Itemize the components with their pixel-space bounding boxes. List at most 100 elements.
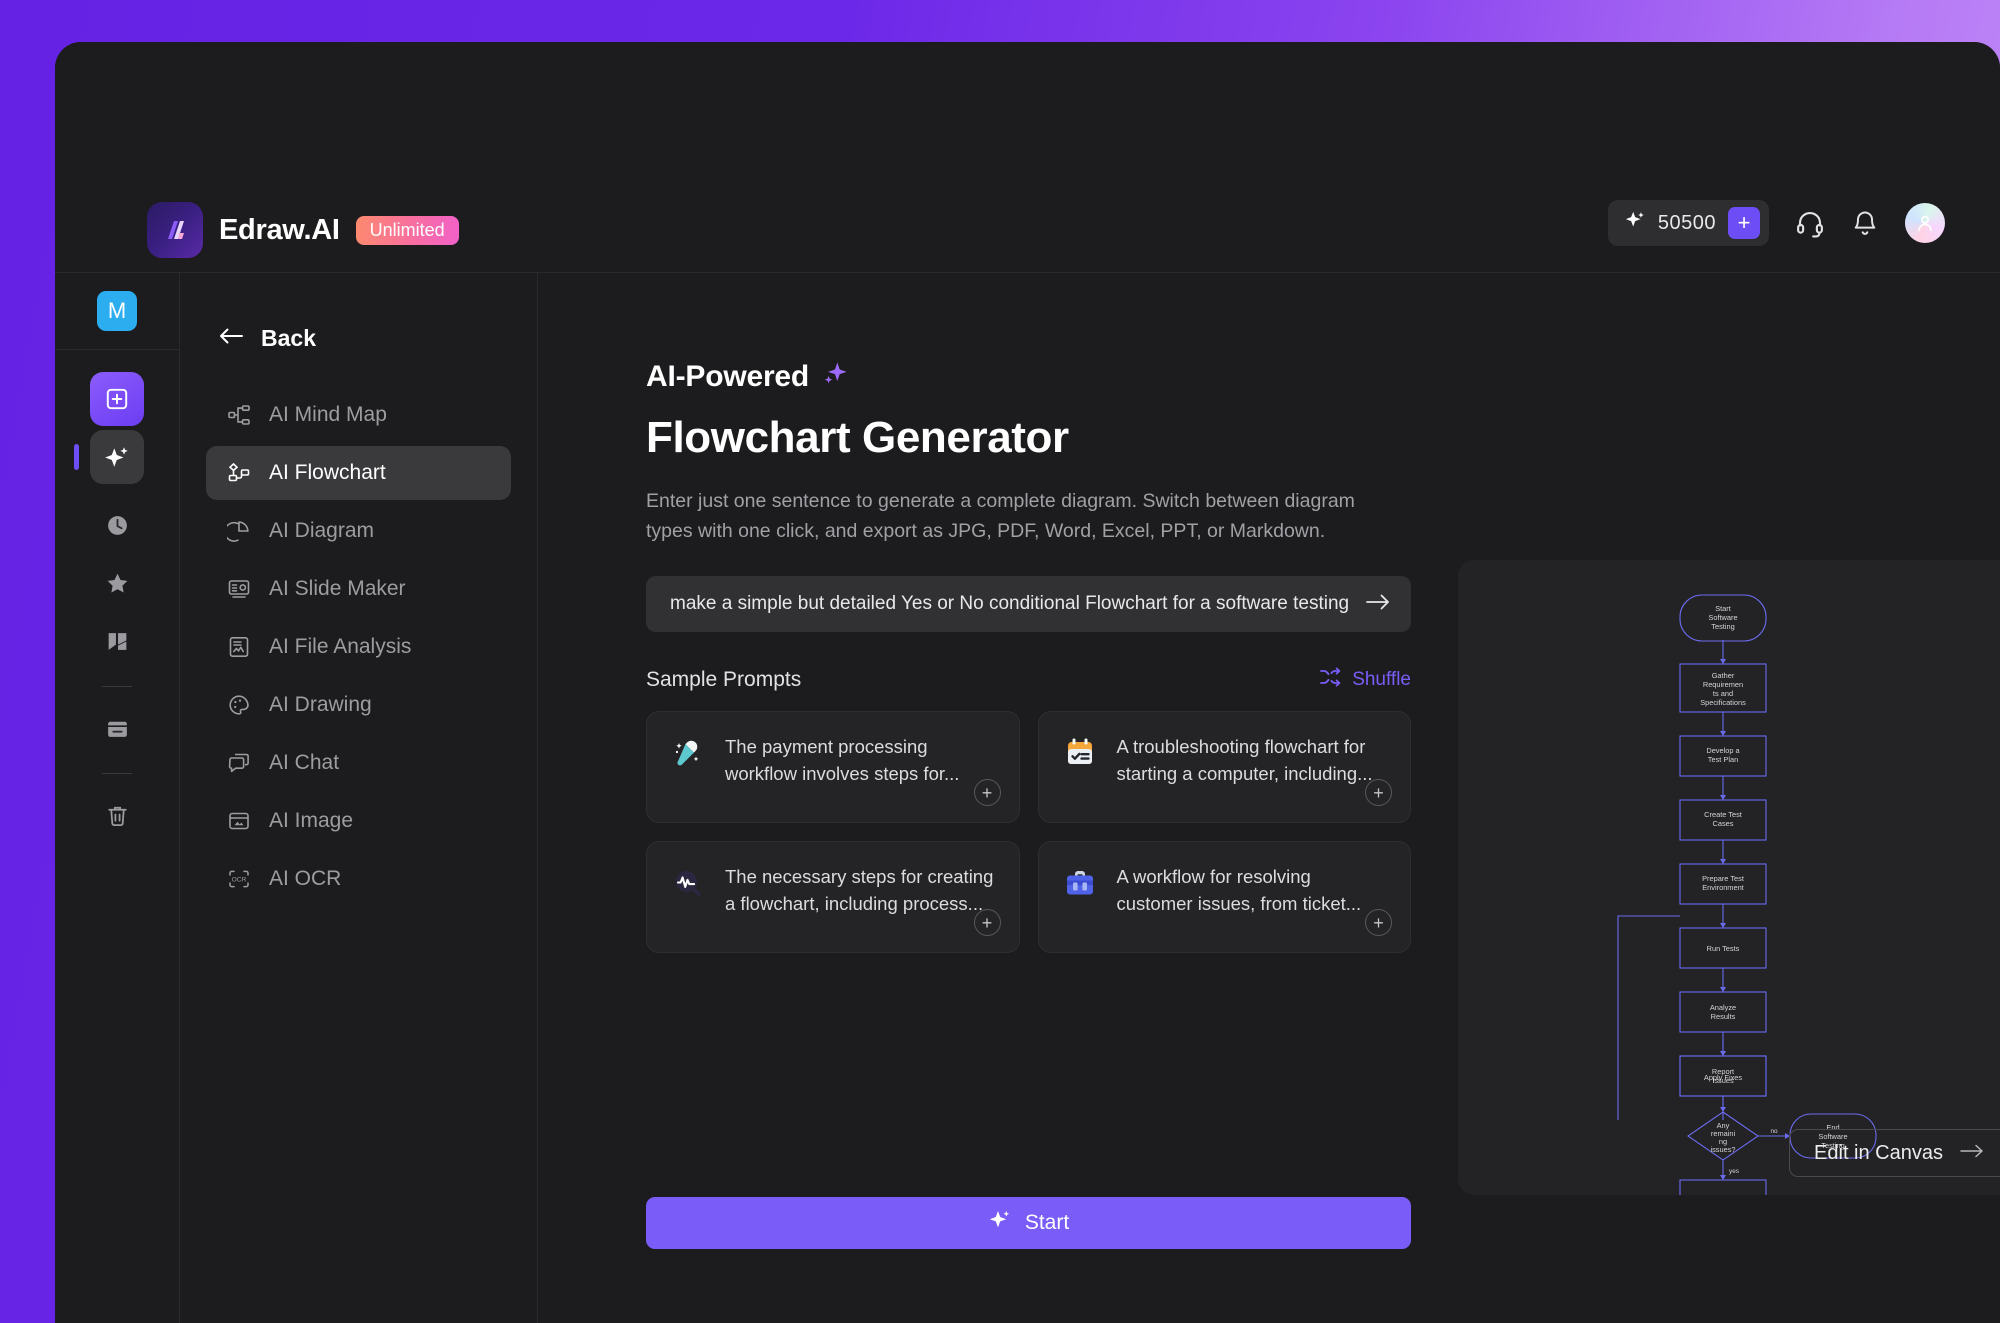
svg-text:Start: Start [1715,604,1731,613]
rail-item-favorites[interactable] [90,556,144,610]
sidebar-item-ai-file-analysis[interactable]: AI File Analysis [206,620,511,674]
page-eyebrow: AI-Powered [646,359,849,395]
flowchart-icon [226,460,252,486]
svg-text:Run Tests: Run Tests [1707,944,1740,953]
add-prompt-button[interactable]: + [973,779,1001,806]
top-bar [55,42,2000,184]
sample-prompt-text: The necessary steps for creating a flowc… [725,866,994,914]
rail-item-files[interactable] [90,701,144,755]
page-subtitle: Enter just one sentence to generate a co… [646,490,1355,543]
add-prompt-button[interactable]: + [973,909,1001,936]
add-prompt-button[interactable]: + [1365,909,1392,936]
eyebrow-label: AI-Powered [646,360,810,393]
sidebar-item-ai-image[interactable]: AI Image [206,794,511,848]
rail-item-recent[interactable] [90,498,144,552]
sample-prompt-card[interactable]: A troubleshooting flowchart for starting… [1037,711,1411,823]
sidebar-label: AI Chat [269,751,340,774]
templates-icon [100,624,134,658]
svg-text:Analyze: Analyze [1710,1003,1736,1012]
prompt-value[interactable]: make a simple but detailed Yes or No con… [670,593,1365,615]
bell-icon[interactable] [1851,209,1879,237]
svg-text:issues?: issues? [1710,1145,1735,1154]
secondary-nav: Back AI Mind Map AI Flowchart AI Diagram… [180,273,538,1323]
sample-prompt-card[interactable]: The payment processing workflow involves… [646,711,1020,823]
icon-rail: M [55,273,180,1323]
image-icon [226,808,252,834]
svg-text:Prepare Test: Prepare Test [1702,874,1744,883]
sidebar-label: AI Flowchart [269,461,386,484]
flow-node-verify-fixes[interactable] [1679,1179,1767,1195]
sidebar-item-ai-drawing[interactable]: AI Drawing [206,678,511,732]
sidebar-item-ai-slide-maker[interactable]: AI Slide Maker [206,562,511,616]
sidebar-label: AI File Analysis [269,635,412,658]
svg-text:ts and: ts and [1713,689,1733,698]
add-prompt-button[interactable]: + [1365,779,1392,806]
folder-icon [100,711,134,745]
edraw-logo-icon [147,202,203,258]
sparkle-icon [988,1208,1012,1238]
credits-badge[interactable]: 50500 + [1607,200,1769,246]
back-button[interactable]: Back [218,325,511,352]
svg-text:Cases: Cases [1713,819,1734,828]
sparkle-icon [821,359,849,395]
sidebar-label: AI Drawing [269,693,372,716]
clock-icon [100,508,134,542]
sidebar-label: AI Diagram [269,519,375,542]
sidebar-label: AI Image [269,809,354,832]
sidebar-label: AI Slide Maker [269,577,406,600]
back-label: Back [261,325,316,351]
briefcase-icon [1061,864,1099,902]
top-bar-actions: 50500 + [1607,200,1945,246]
sample-prompt-card[interactable]: A workflow for resolving customer issues… [1037,841,1411,953]
sidebar-item-ai-flowchart[interactable]: AI Flowchart [206,446,511,500]
shuffle-icon [1318,666,1342,694]
sidebar-item-ai-mind-map[interactable]: AI Mind Map [206,388,511,442]
rail-item-templates[interactable] [90,614,144,668]
svg-text:Gather: Gather [1712,671,1735,680]
svg-text:Develop a: Develop a [1706,746,1740,755]
start-label: Start [1024,1211,1070,1234]
sparkle-icon [1624,210,1646,237]
edit-in-canvas-button[interactable]: Edit in Canvas [1789,1129,2000,1177]
star-icon [100,566,134,600]
arrow-right-icon [1959,1142,1985,1165]
ocr-icon: OCR [226,866,252,892]
add-credits-button[interactable]: + [1728,207,1760,239]
prompt-input[interactable]: make a simple but detailed Yes or No con… [646,576,1411,632]
rail-divider [102,686,132,687]
sidebar-item-ai-chat[interactable]: AI Chat [206,736,511,790]
rail-item-trash[interactable] [90,788,144,842]
sidebar-item-ai-diagram[interactable]: AI Diagram [206,504,511,558]
analytics-search-icon [669,864,707,902]
file-analysis-icon [226,634,252,660]
rail-divider [102,773,132,774]
shuffle-button[interactable]: Shuffle [1318,666,1411,694]
svg-text:Specifications: Specifications [1700,698,1746,707]
svg-text:no: no [1770,1128,1778,1135]
checklist-calendar-icon [1061,734,1099,772]
brand-name: Edraw.AI [219,213,340,246]
shuffle-label: Shuffle [1352,669,1411,690]
sample-prompt-text: The payment processing workflow involves… [725,736,960,784]
arrow-right-icon[interactable] [1365,592,1391,617]
flowchart-preview[interactable]: StartSoftwareTesting GatherRequirements … [1458,560,2000,1120]
sidebar-item-ai-ocr[interactable]: OCR AI OCR [206,852,511,906]
new-icon [100,382,134,416]
svg-text:Apply Fixes: Apply Fixes [1704,1073,1743,1082]
start-button[interactable]: Start [646,1197,1411,1249]
ai-sparkle-icon [100,440,134,474]
body-area: M Back AI Mind Map AI Flowchart AI Diagr… [55,272,2000,1323]
sample-prompt-text: A workflow for resolving customer issues… [1116,866,1362,914]
headset-icon[interactable] [1795,208,1825,238]
mindmap-icon [226,402,252,428]
palette-icon [226,692,252,718]
svg-text:Software: Software [1708,613,1737,622]
rail-item-new[interactable] [90,372,144,426]
sample-prompt-card[interactable]: The necessary steps for creating a flowc… [646,841,1020,953]
workspace-logo[interactable]: M [97,291,137,331]
user-avatar-icon[interactable] [1905,203,1945,243]
brand: Edraw.AI Unlimited [147,202,459,258]
rail-item-ai-tools[interactable] [74,430,144,484]
svg-text:Results: Results [1711,1012,1736,1021]
credits-value: 50500 [1657,211,1716,234]
